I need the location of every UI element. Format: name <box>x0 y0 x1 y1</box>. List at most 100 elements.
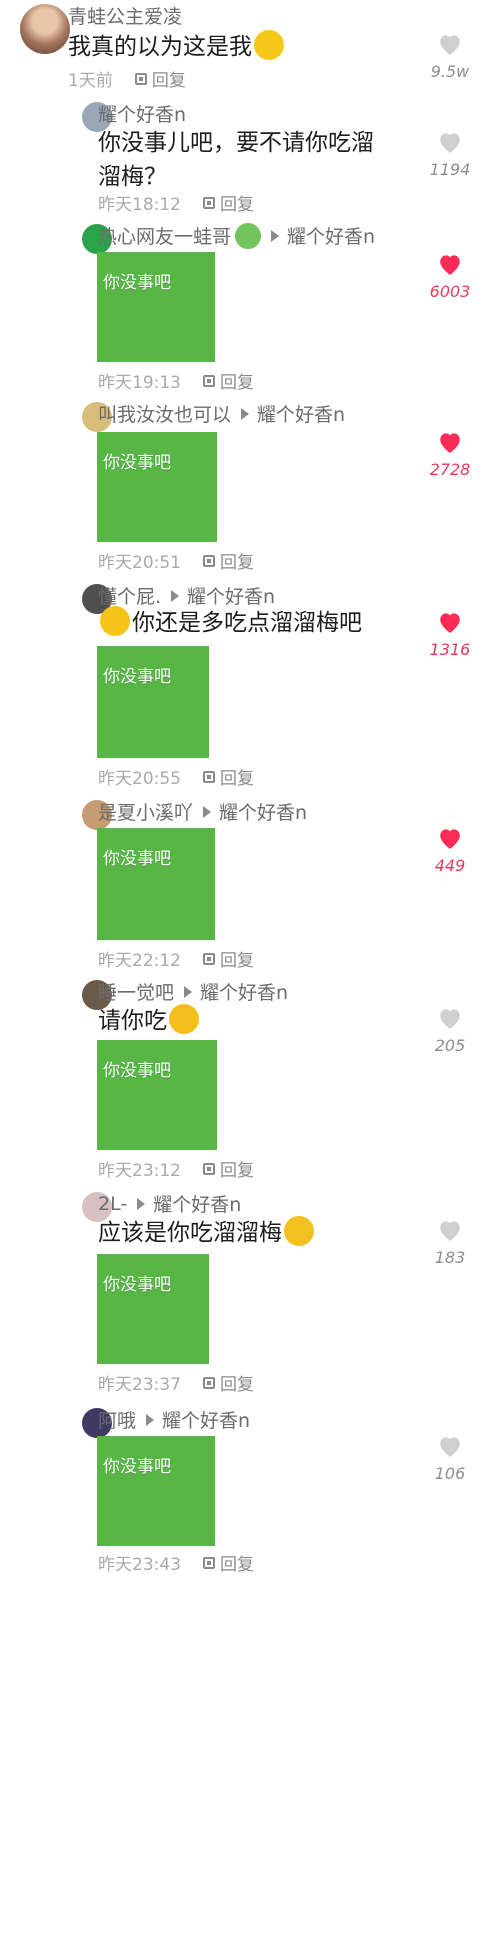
reply-target[interactable]: 耀个好香n <box>200 978 288 1005</box>
meme-caption: 你没事吧 <box>103 273 171 293</box>
reply-target[interactable]: 耀个好香n <box>187 582 275 609</box>
reply-icon <box>203 554 215 567</box>
comment-thread: 青蛙公主爱凌 我真的以为这是我 1天前 回复 9.5w 耀个好香n 你没事儿吧，… <box>0 0 500 1957</box>
comment-meta: 昨天20:51 回复 <box>98 548 254 573</box>
laughing-emoji-icon <box>254 30 284 60</box>
reply-target[interactable]: 耀个好香n <box>153 1190 241 1217</box>
like-count: 1316 <box>429 640 471 659</box>
comment-text-content: 应该是你吃溜溜梅 <box>98 1220 282 1246</box>
reply-icon <box>134 72 147 85</box>
timestamp: 昨天23:43 <box>98 1555 181 1575</box>
username[interactable]: 是夏小溪吖 <box>98 798 193 825</box>
heart-icon <box>440 133 460 153</box>
reply-target[interactable]: 耀个好香n <box>287 222 375 249</box>
reply-button[interactable]: 回复 <box>203 190 254 215</box>
like-button[interactable]: 9.5w <box>422 32 478 81</box>
comment-meta: 昨天19:13 回复 <box>98 368 254 393</box>
heart-icon <box>440 35 460 55</box>
meme-caption: 你没事吧 <box>103 1061 171 1081</box>
reply-label: 回复 <box>220 553 254 573</box>
comment-text-content: 请你吃 <box>98 1008 167 1034</box>
username[interactable]: 叫我汝汝也可以 <box>98 400 231 427</box>
like-button[interactable]: 205 <box>422 1006 478 1055</box>
like-count: 449 <box>434 856 466 875</box>
heart-icon <box>440 1009 460 1029</box>
like-count: 183 <box>434 1248 466 1267</box>
username[interactable]: 阿哦 <box>98 1406 136 1433</box>
comment-text-content: 我真的以为这是我 <box>68 34 252 60</box>
like-count: 2728 <box>429 460 471 479</box>
comment-meta: 昨天23:37 回复 <box>98 1370 254 1395</box>
meme-image[interactable]: 你没事吧 <box>97 1436 215 1546</box>
comment-header: 2L- 耀个好香n <box>98 1190 241 1217</box>
reply-label: 回复 <box>151 71 186 91</box>
like-button[interactable]: 1316 <box>422 610 478 659</box>
comment-header: 睡一觉吧 耀个好香n <box>98 978 288 1005</box>
reply-label: 回复 <box>220 951 254 971</box>
timestamp: 昨天23:37 <box>98 1375 181 1395</box>
heart-icon <box>440 1437 460 1457</box>
username[interactable]: 耀个好香n <box>98 100 186 127</box>
username[interactable]: 睡一觉吧 <box>98 978 174 1005</box>
comment-text: 你没事儿吧，要不请你吃溜 溜梅？ <box>98 126 374 194</box>
meme-image[interactable]: 你没事吧 <box>97 252 215 362</box>
frog-emoji-icon <box>235 222 262 249</box>
reply-button[interactable]: 回复 <box>203 1550 254 1575</box>
reply-button[interactable]: 回复 <box>134 66 186 91</box>
reply-button[interactable]: 回复 <box>203 764 254 789</box>
reply-button[interactable]: 回复 <box>203 1156 254 1181</box>
reply-icon <box>203 374 215 387</box>
meme-caption: 你没事吧 <box>103 667 171 687</box>
heart-eyes-emoji-icon <box>169 1004 199 1034</box>
reply-label: 回复 <box>220 1375 254 1395</box>
timestamp: 昨天18:12 <box>98 195 181 215</box>
reply-icon <box>203 196 215 209</box>
reply-arrow-icon <box>137 1197 146 1210</box>
like-button[interactable]: 449 <box>422 826 478 875</box>
comment-text: 应该是你吃溜溜梅 <box>98 1216 316 1249</box>
like-button[interactable]: 6003 <box>422 252 478 301</box>
like-button[interactable]: 1194 <box>422 130 478 179</box>
comment-text-content: 你还是多吃点溜溜梅吧 <box>132 610 362 636</box>
avatar[interactable] <box>20 4 70 54</box>
timestamp: 昨天19:13 <box>98 373 181 393</box>
comment-header: 热心网友一蛙哥 耀个好香n <box>98 222 375 249</box>
reply-button[interactable]: 回复 <box>203 1370 254 1395</box>
comment-header: 青蛙公主爱凌 <box>68 2 182 29</box>
comment-text: 我真的以为这是我 <box>68 30 286 63</box>
reply-label: 回复 <box>220 195 254 215</box>
meme-image[interactable]: 你没事吧 <box>97 1040 217 1150</box>
username[interactable]: 热心网友一蛙哥 <box>98 222 231 249</box>
meme-image[interactable]: 你没事吧 <box>97 828 215 940</box>
comment-text: 你还是多吃点溜溜梅吧 <box>98 606 362 639</box>
comment-header: 懂个屁. 耀个好香n <box>98 582 275 609</box>
comment-header: 是夏小溪吖 耀个好香n <box>98 798 307 825</box>
reply-target[interactable]: 耀个好香n <box>162 1406 250 1433</box>
reply-label: 回复 <box>220 1555 254 1575</box>
comment-header: 耀个好香n <box>98 100 186 127</box>
reply-arrow-icon <box>146 1413 155 1426</box>
reply-target[interactable]: 耀个好香n <box>257 400 345 427</box>
meme-caption: 你没事吧 <box>103 849 171 869</box>
meme-image[interactable]: 你没事吧 <box>97 646 209 758</box>
like-button[interactable]: 2728 <box>422 430 478 479</box>
reply-target[interactable]: 耀个好香n <box>219 798 307 825</box>
reply-button[interactable]: 回复 <box>203 946 254 971</box>
username[interactable]: 青蛙公主爱凌 <box>68 2 182 29</box>
like-button[interactable]: 183 <box>422 1218 478 1267</box>
meme-image[interactable]: 你没事吧 <box>97 1254 209 1364</box>
reply-icon <box>203 1376 215 1389</box>
username[interactable]: 2L- <box>98 1193 127 1215</box>
like-count: 205 <box>434 1036 466 1055</box>
comment-meta: 昨天18:12 回复 <box>98 190 254 215</box>
reply-button[interactable]: 回复 <box>203 368 254 393</box>
like-button[interactable]: 106 <box>422 1434 478 1483</box>
meme-caption: 你没事吧 <box>103 453 171 473</box>
reply-arrow-icon <box>203 805 212 818</box>
meme-image[interactable]: 你没事吧 <box>97 432 217 542</box>
heart-icon <box>440 255 460 275</box>
reply-button[interactable]: 回复 <box>203 548 254 573</box>
comment-header: 叫我汝汝也可以 耀个好香n <box>98 400 345 427</box>
comment-meta: 昨天23:12 回复 <box>98 1156 254 1181</box>
username[interactable]: 懂个屁. <box>98 582 161 609</box>
